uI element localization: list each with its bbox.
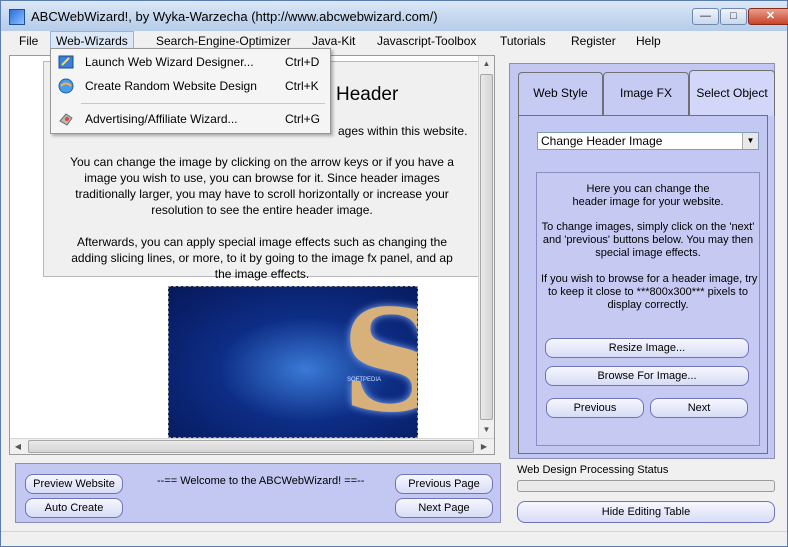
object-options-box: Here you can change the header image for… <box>536 172 760 446</box>
resize-image-button[interactable]: Resize Image... <box>545 338 749 358</box>
help-text: Here you can change the header image for… <box>572 183 724 208</box>
tab-content: Change Header Image ▼ Here you can chang… <box>518 115 768 454</box>
vertical-scrollbar[interactable]: ▲ ▼ <box>478 56 494 438</box>
processing-status-label: Web Design Processing Status <box>517 464 669 476</box>
close-button[interactable]: ✕ <box>748 8 788 25</box>
chevron-down-icon[interactable]: ▼ <box>742 133 758 149</box>
info-paragraph: Afterwards, you can apply special image … <box>71 235 453 281</box>
scroll-left-icon[interactable]: ◀ <box>10 439 26 454</box>
next-page-button[interactable]: Next Page <box>395 498 493 518</box>
menu-register[interactable]: Register <box>566 31 621 51</box>
info-paragraph: You can change the image by clicking on … <box>70 155 454 217</box>
status-bar <box>1 531 787 546</box>
info-line: ages within this website. <box>338 124 468 138</box>
preview-website-button[interactable]: Preview Website <box>25 474 123 494</box>
menu-item-random-design[interactable]: Create Random Website Design Ctrl+K <box>53 75 328 97</box>
menu-help[interactable]: Help <box>631 31 666 51</box>
tab-web-style[interactable]: Web Style <box>518 72 603 115</box>
previous-image-button[interactable]: Previous <box>546 398 644 418</box>
vertical-scroll-thumb[interactable] <box>480 74 493 420</box>
object-select-value: Change Header Image <box>541 134 663 148</box>
app-window: ABCWebWizard!, by Wyka-Warzecha (http://… <box>0 0 788 547</box>
help-text: To change images, simply click on the 'n… <box>541 221 755 259</box>
web-wizards-dropdown: Launch Web Wizard Designer... Ctrl+D Cre… <box>50 48 331 134</box>
menu-javascript-toolbox[interactable]: Javascript-Toolbox <box>372 31 481 51</box>
menu-tutorials[interactable]: Tutorials <box>495 31 551 51</box>
header-image[interactable]: S SOFTPEDIA <box>168 286 418 438</box>
hide-editing-table-button[interactable]: Hide Editing Table <box>517 501 775 523</box>
help-text: If you wish to browse for a header image… <box>541 273 758 311</box>
tab-select-object[interactable]: Select Object <box>689 70 775 116</box>
object-select[interactable]: Change Header Image ▼ <box>537 132 759 150</box>
minimize-button[interactable]: ― <box>692 8 719 25</box>
menu-file[interactable]: File <box>14 31 43 51</box>
editing-panel: Web Style Image FX Select Object Change … <box>509 63 775 459</box>
welcome-message: --== Welcome to the ABCWebWizard! ==-- <box>157 475 365 487</box>
previous-page-button[interactable]: Previous Page <box>395 474 493 494</box>
window-title: ABCWebWizard!, by Wyka-Warzecha (http://… <box>31 9 438 24</box>
header-image-caption: SOFTPEDIA <box>347 377 382 383</box>
horizontal-scrollbar[interactable]: ◀ ▶ <box>10 438 494 454</box>
maximize-button[interactable]: □ <box>720 8 747 25</box>
menu-separator <box>81 103 325 104</box>
next-image-button[interactable]: Next <box>650 398 748 418</box>
scroll-up-icon[interactable]: ▲ <box>479 56 494 72</box>
random-design-icon <box>58 78 74 94</box>
menu-item-affiliate-wizard[interactable]: Advertising/Affiliate Wizard... Ctrl+G <box>53 108 328 130</box>
horizontal-scroll-thumb[interactable] <box>28 440 474 453</box>
browse-image-button[interactable]: Browse For Image... <box>545 366 749 386</box>
header-image-letter: S <box>341 287 417 437</box>
scroll-down-icon[interactable]: ▼ <box>479 422 494 438</box>
tab-image-fx[interactable]: Image FX <box>603 72 689 115</box>
scroll-right-icon[interactable]: ▶ <box>476 439 492 454</box>
info-heading: Header <box>336 84 399 105</box>
processing-progress-bar <box>517 480 775 492</box>
title-bar: ABCWebWizard!, by Wyka-Warzecha (http://… <box>1 1 788 31</box>
auto-create-button[interactable]: Auto Create <box>25 498 123 518</box>
menu-item-launch-designer[interactable]: Launch Web Wizard Designer... Ctrl+D <box>53 51 328 73</box>
app-icon <box>9 9 25 25</box>
wizard-designer-icon <box>58 55 74 69</box>
affiliate-wizard-icon <box>59 113 73 126</box>
